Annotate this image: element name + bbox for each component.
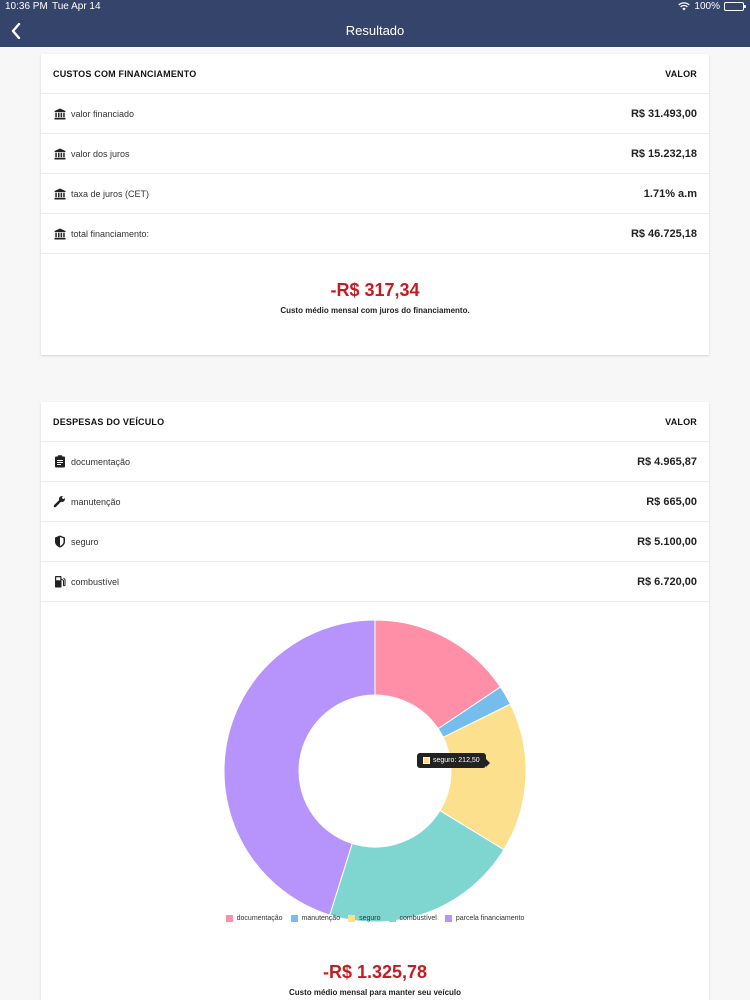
page-title: Resultado	[345, 23, 405, 38]
battery-icon	[724, 2, 746, 11]
expenses-card: DESPESAS DO VEÍCULO VALOR documentação R…	[41, 402, 709, 1000]
expense-row-label: manutenção	[71, 496, 121, 507]
bank-icon	[53, 187, 66, 200]
financing-card: CUSTOS COM FINANCIAMENTO VALOR valor fin…	[41, 54, 709, 355]
wifi-icon	[678, 2, 691, 11]
legend-item[interactable]: manutenção	[290, 915, 341, 922]
tooltip-swatch	[423, 757, 430, 764]
legend-item[interactable]: documentação	[225, 915, 283, 922]
financing-row-value: R$ 46.725,18	[630, 227, 697, 240]
expense-row-value: R$ 665,00	[646, 495, 697, 508]
expenses-header: DESPESAS DO VEÍCULO VALOR	[41, 402, 709, 442]
status-right: 100%	[678, 1, 746, 12]
status-date: Tue Apr 14	[52, 1, 101, 12]
expense-row: seguro R$ 5.100,00	[41, 522, 709, 562]
battery-percent: 100%	[694, 1, 720, 12]
legend-swatch	[348, 915, 356, 922]
expense-row: documentação R$ 4.965,87	[41, 442, 709, 482]
legend-swatch	[388, 915, 396, 922]
financing-monthly-amount: -R$ 317,34	[330, 280, 420, 300]
bank-icon	[53, 107, 66, 120]
financing-row: taxa de juros (CET) 1.71% a.m	[41, 174, 709, 214]
legend-label: seguro	[359, 915, 381, 922]
fuel-icon	[53, 575, 66, 588]
financing-row: valor dos juros R$ 15.232,18	[41, 134, 709, 174]
financing-summary: -R$ 317,34 Custo médio mensal com juros …	[41, 254, 709, 315]
expenses-header-label: DESPESAS DO VEÍCULO	[53, 416, 165, 427]
legend-label: manutenção	[301, 915, 341, 922]
financing-header: CUSTOS COM FINANCIAMENTO VALOR	[41, 54, 709, 94]
legend-swatch	[444, 915, 452, 922]
expenses-summary: -R$ 1.325,78 Custo médio mensal para man…	[41, 962, 709, 997]
legend-item[interactable]: combustível	[388, 915, 437, 922]
status-bar: 10:36 PM Tue Apr 14 100%	[0, 0, 750, 14]
legend-label: combustível	[399, 915, 437, 922]
donut-svg	[223, 619, 527, 923]
financing-monthly-caption: Custo médio mensal com juros do financia…	[280, 306, 470, 315]
shield-icon	[53, 535, 66, 548]
wrench-icon	[53, 495, 66, 508]
clipboard-icon	[53, 455, 66, 468]
legend-swatch	[225, 915, 233, 922]
nav-bar: Resultado	[0, 14, 750, 47]
chart-legend: documentação manutenção seguro combustível p…	[41, 915, 709, 922]
expense-row: manutenção R$ 665,00	[41, 482, 709, 522]
financing-row-label: valor dos juros	[71, 148, 130, 159]
expense-row-label: seguro	[71, 536, 99, 547]
financing-row-value: 1.71% a.m	[643, 187, 697, 200]
legend-label: parcela financiamento	[455, 915, 525, 922]
financing-row-label: total financiamento:	[71, 228, 150, 239]
financing-row: valor financiado R$ 31.493,00	[41, 94, 709, 134]
chart-tooltip: seguro: 212,50	[417, 753, 490, 768]
financing-row-label: taxa de juros (CET)	[71, 188, 150, 199]
legend-item[interactable]: parcela financiamento	[444, 915, 525, 922]
financing-header-label: CUSTOS COM FINANCIAMENTO	[53, 68, 197, 79]
bank-icon	[53, 147, 66, 160]
expense-row: combustível R$ 6.720,00	[41, 562, 709, 602]
legend-label: documentação	[236, 915, 283, 922]
legend-item[interactable]: seguro	[348, 915, 381, 922]
expense-row-label: documentação	[71, 456, 131, 467]
financing-row: total financiamento: R$ 46.725,18	[41, 214, 709, 254]
financing-header-value: VALOR	[665, 68, 697, 79]
legend-swatch	[290, 915, 298, 922]
financing-row-value: R$ 15.232,18	[630, 147, 697, 160]
expenses-header-value: VALOR	[665, 416, 697, 427]
expense-row-value: R$ 5.100,00	[637, 535, 697, 548]
expenses-monthly-amount: -R$ 1.325,78	[322, 962, 428, 982]
financing-row-value: R$ 31.493,00	[630, 107, 697, 120]
tooltip-text: seguro: 212,50	[433, 757, 480, 764]
expenses-donut-chart[interactable]	[41, 602, 709, 932]
expense-row-value: R$ 4.965,87	[637, 455, 697, 468]
expense-row-label: combustível	[71, 576, 120, 587]
bank-icon	[53, 227, 66, 240]
status-time: 10:36 PM	[5, 1, 48, 12]
expense-row-value: R$ 6.720,00	[637, 575, 697, 588]
financing-row-label: valor financiado	[71, 108, 135, 119]
expenses-monthly-caption: Custo médio mensal para manter seu veícu…	[288, 988, 462, 997]
